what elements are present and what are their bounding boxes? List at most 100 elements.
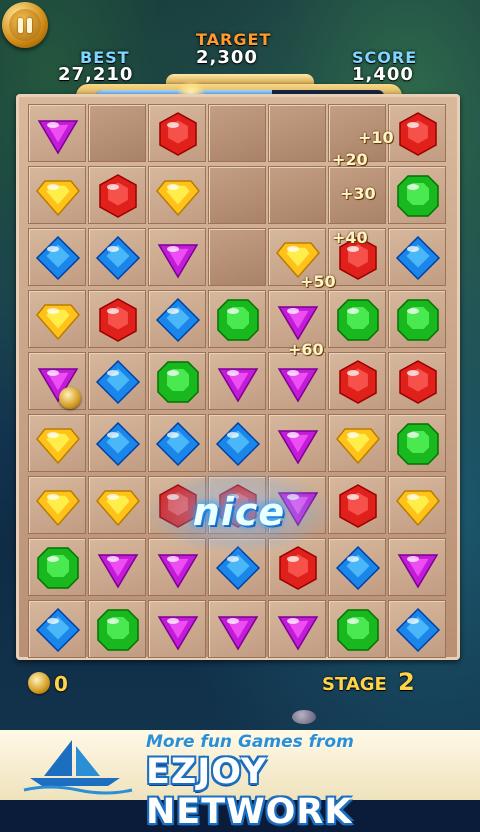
board-cell[interactable] — [28, 600, 86, 658]
board-cell[interactable] — [28, 228, 86, 286]
yellow-gem-icon — [36, 180, 80, 217]
board-cell[interactable] — [328, 600, 386, 658]
rock-decoration — [292, 710, 316, 724]
purple-gem-icon — [97, 554, 139, 589]
board-cell[interactable] — [148, 414, 206, 472]
board-cell[interactable] — [88, 414, 146, 472]
red-gem-icon — [99, 298, 137, 342]
green-gem-icon — [337, 299, 379, 341]
coin-bonus-icon — [59, 387, 81, 409]
board-cell[interactable] — [88, 538, 146, 596]
blue-gem-icon — [395, 235, 441, 281]
blue-gem-icon — [155, 421, 201, 467]
yellow-gem-icon — [36, 490, 80, 527]
board-cell[interactable] — [148, 352, 206, 410]
board-cell[interactable] — [328, 290, 386, 348]
board-cell[interactable] — [388, 476, 446, 534]
green-gem-icon — [397, 299, 439, 341]
pause-bar-left — [18, 17, 23, 33]
yellow-gem-icon — [396, 490, 440, 527]
board-cell[interactable] — [88, 476, 146, 534]
best-value: 27,210 — [58, 64, 134, 85]
yellow-gem-icon — [156, 180, 200, 217]
board-cell[interactable] — [208, 290, 266, 348]
blue-gem-icon — [395, 607, 441, 653]
combo-text: nice — [192, 490, 286, 534]
board-cell[interactable] — [28, 476, 86, 534]
purple-gem-icon — [217, 368, 259, 403]
score-popup: +50 — [300, 272, 336, 291]
coin-icon — [28, 672, 50, 694]
board-cell[interactable] — [28, 538, 86, 596]
score-value: 1,400 — [352, 64, 414, 85]
board-cell[interactable] — [268, 600, 326, 658]
board-cell[interactable] — [328, 352, 386, 410]
board-cell[interactable] — [28, 104, 86, 162]
board-cell[interactable] — [88, 290, 146, 348]
board-cell[interactable] — [388, 290, 446, 348]
score-popup: +40 — [332, 228, 368, 247]
blue-gem-icon — [95, 421, 141, 467]
purple-gem-icon — [277, 368, 319, 403]
empty-cell[interactable] — [208, 166, 266, 224]
board-cell[interactable] — [28, 290, 86, 348]
board-cell[interactable] — [328, 476, 386, 534]
board-cell[interactable] — [88, 600, 146, 658]
empty-cell[interactable] — [268, 166, 326, 224]
green-gem-icon — [397, 175, 439, 217]
empty-cell[interactable] — [88, 104, 146, 162]
combo-banner: nice — [150, 472, 328, 552]
score-popup: +30 — [340, 184, 376, 203]
yellow-gem-icon — [36, 304, 80, 341]
green-gem-icon — [397, 423, 439, 465]
board-cell[interactable] — [28, 352, 86, 410]
coin-count: 0 — [54, 672, 68, 696]
sailboat-logo-icon — [23, 740, 133, 795]
board-cell[interactable] — [148, 104, 206, 162]
board-cell[interactable] — [268, 414, 326, 472]
board-cell[interactable] — [28, 414, 86, 472]
pause-icon — [9, 9, 41, 41]
blue-gem-icon — [335, 545, 381, 591]
board-cell[interactable] — [388, 538, 446, 596]
yellow-gem-icon — [96, 490, 140, 527]
board-cell[interactable] — [208, 414, 266, 472]
board-cell[interactable] — [148, 290, 206, 348]
purple-gem-icon — [37, 120, 79, 155]
board-cell[interactable] — [148, 228, 206, 286]
red-gem-icon — [159, 112, 197, 156]
board-cell[interactable] — [88, 228, 146, 286]
board-cell[interactable] — [388, 352, 446, 410]
board-cell[interactable] — [268, 352, 326, 410]
board-cell[interactable] — [328, 538, 386, 596]
board-cell[interactable] — [388, 166, 446, 224]
purple-gem-icon — [157, 616, 199, 651]
pause-button[interactable] — [2, 2, 48, 48]
board-cell[interactable] — [148, 166, 206, 224]
board-cell[interactable] — [388, 600, 446, 658]
board-cell[interactable] — [88, 166, 146, 224]
score-popup: +20 — [332, 150, 368, 169]
ad-brand: EZJOY NETWORK — [146, 752, 353, 832]
board-cell[interactable] — [388, 414, 446, 472]
empty-cell[interactable] — [208, 228, 266, 286]
board-cell[interactable] — [328, 414, 386, 472]
board-cell[interactable] — [208, 600, 266, 658]
empty-cell[interactable] — [208, 104, 266, 162]
blue-gem-icon — [95, 359, 141, 405]
board-cell[interactable] — [208, 352, 266, 410]
purple-gem-icon — [277, 616, 319, 651]
board-cell[interactable] — [388, 228, 446, 286]
blue-gem-icon — [155, 297, 201, 343]
stage-label: STAGE — [322, 674, 387, 695]
board-cell[interactable] — [28, 166, 86, 224]
empty-cell[interactable] — [268, 104, 326, 162]
blue-gem-icon — [95, 235, 141, 281]
score-popup: +10 — [358, 128, 394, 147]
purple-gem-icon — [277, 430, 319, 465]
board-cell[interactable] — [148, 600, 206, 658]
yellow-gem-icon — [36, 428, 80, 465]
board-cell[interactable] — [388, 104, 446, 162]
ad-banner[interactable]: More fun Games from EZJOY NETWORK — [0, 730, 480, 832]
board-cell[interactable] — [88, 352, 146, 410]
